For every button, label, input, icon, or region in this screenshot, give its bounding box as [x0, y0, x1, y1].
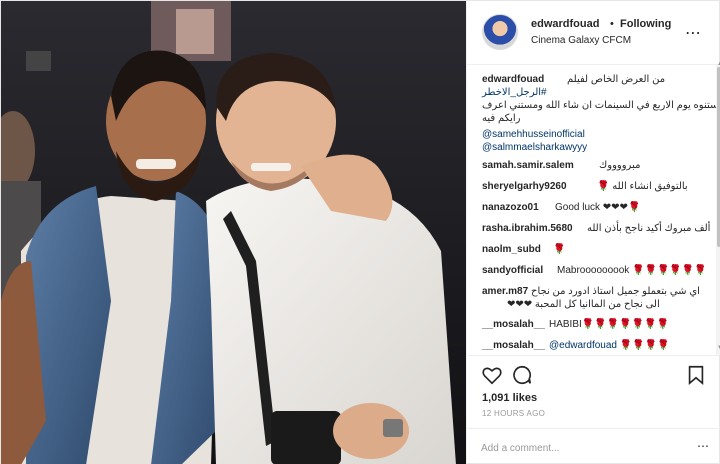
comment-text: ألف مبروك أكيد ناجح بأذن الله [587, 223, 711, 234]
comment-text: Mabrooooooook 🌹🌹🌹🌹🌹🌹 [557, 265, 707, 276]
comment-text: HABIBI🌹🌹🌹🌹🌹🌹🌹 [549, 319, 669, 330]
heart-icon[interactable] [481, 364, 503, 386]
instagram-post: edwardfouad • Following Cinema Galaxy CF… [0, 0, 720, 464]
author-username[interactable]: edwardfouad [531, 18, 599, 30]
caption-text-line4: رايكم فيه [482, 113, 521, 124]
comment-text: بالتوفيق انشاء الله 🌹 [597, 181, 688, 192]
comments-list[interactable]: edwardfouad من العرض الخاص لفيلم #الرجل_… [467, 65, 717, 355]
post-photo[interactable] [1, 1, 466, 464]
caption-hashtag[interactable]: #الرجل_الاخطر [482, 87, 547, 98]
caption-username[interactable]: edwardfouad [482, 74, 544, 85]
post-header: edwardfouad • Following Cinema Galaxy CF… [467, 1, 720, 65]
location-link[interactable]: Cinema Galaxy CFCM [531, 35, 631, 46]
likes-count[interactable]: 1,091 likes [482, 392, 537, 404]
following-button[interactable]: Following [620, 18, 671, 30]
likes-number: 1,091 [482, 392, 510, 404]
comment-input[interactable] [481, 438, 681, 458]
photo-illustration [1, 1, 466, 464]
caption-text-line1: من العرض الخاص لفيلم [567, 74, 666, 85]
likes-label: likes [512, 392, 538, 404]
caption-text-line3: استنوه يوم الاربع في السينمات ان شاء الل… [482, 100, 717, 111]
avatar[interactable] [482, 14, 518, 50]
ellipsis-icon[interactable]: ⋯ [685, 23, 702, 43]
comment-text-continued: الى نجاح من الماانيا كل المحبة ❤❤❤ [507, 299, 660, 310]
comment-username[interactable]: __mosalah__ [482, 319, 545, 330]
comment-username[interactable]: sandyofficial [482, 265, 543, 276]
post-actions: 1,091 likes 12 HOURS AGO ⋯ [467, 355, 720, 464]
comment-icon[interactable] [511, 364, 533, 386]
separator-dot: • [610, 18, 614, 30]
comment-username[interactable]: sheryelgarhy9260 [482, 181, 567, 192]
comment-username[interactable]: __mosalah__ [482, 340, 545, 351]
bookmark-icon[interactable] [685, 364, 707, 386]
post-sidebar: edwardfouad • Following Cinema Galaxy CF… [466, 1, 720, 464]
comment-text: 🌹 [553, 244, 566, 255]
comment-username[interactable]: rasha.ibrahim.5680 [482, 223, 573, 234]
comment-username[interactable]: naolm_subd [482, 244, 541, 255]
comment-text: مبرووووك [599, 160, 641, 171]
caption-mention[interactable]: @samehhusseinofficial [482, 129, 585, 140]
comment-text: @edwardfouad 🌹🌹🌹🌹 [549, 340, 670, 351]
comment-username[interactable]: samah.samir.salem [482, 160, 574, 171]
comment-username[interactable]: amer.m87 [482, 286, 528, 297]
comment-username[interactable]: nanazozo01 [482, 202, 539, 213]
caption-mention[interactable]: @salmmaelsharkawyyy [482, 142, 587, 153]
post-timestamp: 12 HOURS AGO [482, 409, 546, 418]
ellipsis-icon[interactable]: ⋯ [697, 439, 709, 453]
add-comment-bar: ⋯ [467, 428, 720, 464]
comment-text: Good luck ❤❤❤🌹 [555, 202, 641, 213]
comment-text: اي شي بتعملو جميل استاذ ادورد من نجاح [531, 286, 700, 297]
